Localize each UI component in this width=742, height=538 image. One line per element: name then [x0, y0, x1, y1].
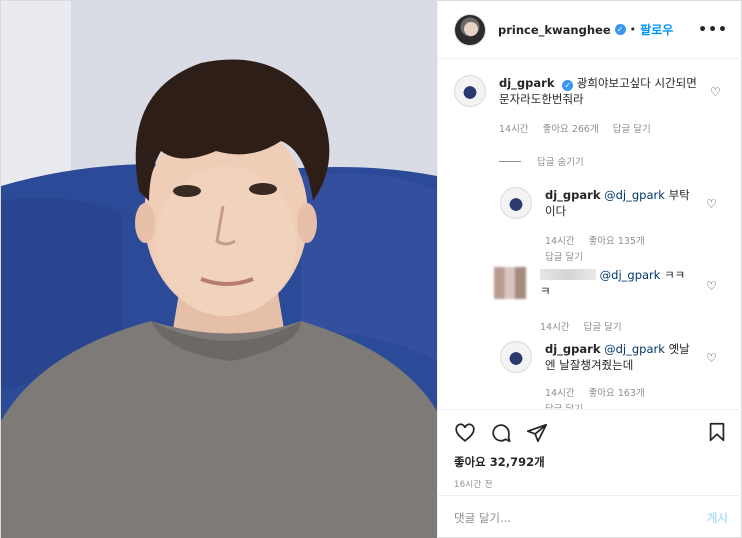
like-reply-heart-icon[interactable]: ♡: [706, 279, 717, 293]
comment-item: dj_gpark ✓ 광희야보고싶다 시간되면 문자라도한번줘라 14시간 좋아…: [454, 75, 724, 135]
reply-button[interactable]: 답글 달기: [545, 401, 583, 409]
share-icon[interactable]: [526, 422, 548, 444]
verified-icon: ✓: [562, 80, 574, 91]
reply-button[interactable]: 답글 달기: [584, 319, 622, 333]
hide-replies-label: 답글 숨기기: [537, 157, 584, 168]
reply-button[interactable]: 답글 달기: [613, 121, 651, 135]
comment-time[interactable]: 14시간: [499, 121, 529, 135]
reply-text: dj_gpark @dj_gpark 옛날엔 날잘챙겨줬는데: [545, 341, 695, 373]
hide-replies-button[interactable]: 답글 숨기기: [499, 154, 584, 168]
reply-username[interactable]: dj_gpark: [545, 342, 600, 356]
comment-likes[interactable]: 좋아요 266개: [543, 121, 599, 135]
post-header: prince_kwanghee ✓ • 팔로우 •••: [438, 1, 742, 59]
reply-username[interactable]: dj_gpark: [545, 188, 600, 202]
selfie-illustration: [1, 1, 437, 538]
commenter-username[interactable]: dj_gpark: [499, 76, 554, 90]
like-reply-heart-icon[interactable]: ♡: [706, 197, 717, 211]
comment-meta: 14시간 좋아요 266개 답글 달기: [499, 121, 699, 135]
reply-item: dj_gpark @dj_gpark 부탁이다 14시간 좋아요 135개 답글…: [500, 187, 724, 263]
reply-time[interactable]: 14시간: [545, 385, 575, 399]
blurred-avatar[interactable]: [494, 267, 526, 299]
comment-text: dj_gpark ✓ 광희야보고싶다 시간되면 문자라도한번줘라: [499, 75, 699, 107]
add-comment-bar: 댓글 달기... 게시: [438, 495, 742, 538]
follow-button[interactable]: 팔로우: [640, 21, 673, 38]
reply-button[interactable]: 답글 달기: [545, 249, 583, 263]
reply-meta: 14시간 좋아요 135개 답글 달기: [545, 233, 695, 263]
reply-text: @dj_gpark ㅋㅋㅋ: [540, 267, 690, 299]
separator-dot: •: [629, 23, 637, 36]
mention-link[interactable]: @dj_gpark: [600, 268, 661, 282]
reply-likes[interactable]: 좋아요 163개: [589, 385, 645, 399]
author-username[interactable]: prince_kwanghee: [498, 23, 611, 37]
post-actions: 좋아요 32,792개 16시간 전: [438, 409, 742, 495]
bookmark-icon[interactable]: [706, 421, 728, 443]
mention-link[interactable]: @dj_gpark: [604, 342, 665, 356]
comment-icon[interactable]: [490, 422, 512, 444]
reply-item: @dj_gpark ㅋㅋㅋ 14시간 답글 달기 ♡: [494, 267, 724, 333]
reply-time[interactable]: 14시간: [540, 319, 570, 333]
instagram-post: prince_kwanghee ✓ • 팔로우 ••• dj_gpark ✓ 광…: [0, 0, 742, 538]
comment-input[interactable]: 댓글 달기...: [454, 510, 707, 526]
blurred-username[interactable]: [540, 269, 596, 280]
like-count[interactable]: 좋아요 32,792개: [454, 454, 728, 470]
reply-text: dj_gpark @dj_gpark 부탁이다: [545, 187, 695, 219]
commenter-avatar[interactable]: [454, 75, 486, 107]
verified-icon: ✓: [614, 24, 626, 35]
like-comment-heart-icon[interactable]: ♡: [710, 85, 721, 99]
reply-avatar[interactable]: [500, 187, 532, 219]
reply-meta: 14시간 답글 달기: [540, 319, 690, 333]
reply-time[interactable]: 14시간: [545, 233, 575, 247]
like-reply-heart-icon[interactable]: ♡: [706, 351, 717, 365]
post-comment-button[interactable]: 게시: [707, 510, 728, 526]
reply-avatar[interactable]: [500, 341, 532, 373]
post-photo[interactable]: [1, 1, 437, 538]
comments-list[interactable]: dj_gpark ✓ 광희야보고싶다 시간되면 문자라도한번줘라 14시간 좋아…: [438, 59, 742, 409]
mention-link[interactable]: @dj_gpark: [604, 188, 665, 202]
post-time[interactable]: 16시간 전: [454, 478, 728, 490]
heart-icon[interactable]: [454, 422, 476, 444]
more-icon[interactable]: •••: [698, 22, 728, 38]
reply-item: dj_gpark @dj_gpark 옛날엔 날잘챙겨줬는데 14시간 좋아요 …: [500, 341, 724, 409]
reply-likes[interactable]: 좋아요 135개: [589, 233, 645, 247]
post-panel: prince_kwanghee ✓ • 팔로우 ••• dj_gpark ✓ 광…: [437, 1, 742, 538]
divider: [499, 160, 521, 162]
reply-meta: 14시간 좋아요 163개 답글 달기: [545, 385, 695, 409]
author-avatar[interactable]: [454, 13, 486, 46]
